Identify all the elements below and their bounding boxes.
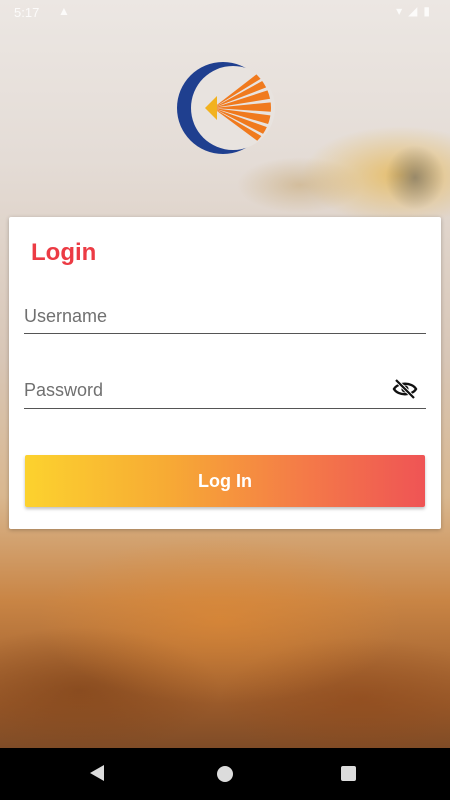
warning-icon: ▲ — [58, 4, 70, 18]
sun-crescent-logo — [177, 62, 275, 154]
login-button[interactable]: Log In — [25, 455, 425, 507]
username-field — [24, 299, 426, 334]
username-input[interactable] — [24, 299, 426, 333]
password-field — [24, 372, 426, 409]
back-icon[interactable] — [90, 765, 104, 781]
password-input[interactable] — [24, 372, 426, 408]
status-time: 5:17 — [14, 5, 40, 20]
home-icon[interactable] — [217, 766, 233, 782]
status-icons: ▾◢▮ — [396, 4, 436, 18]
navigation-bar — [0, 748, 450, 800]
login-card: Login Log In — [9, 217, 441, 529]
background-engine — [385, 145, 445, 210]
login-title: Login — [31, 239, 97, 266]
recents-icon[interactable] — [341, 766, 356, 781]
status-bar: 5:17 ▲ ▾◢▮ — [0, 0, 450, 26]
eye-off-icon[interactable] — [392, 378, 418, 400]
